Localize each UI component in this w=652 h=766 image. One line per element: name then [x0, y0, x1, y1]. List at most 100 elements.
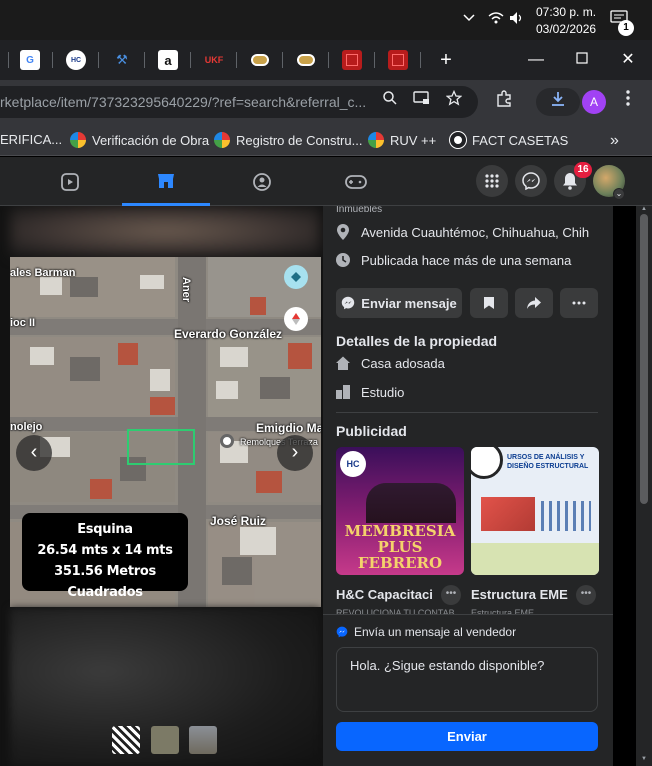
- ad-headline: MEMBRESIA PLUS FEBRERO: [336, 523, 464, 571]
- ad-headline-line: DISEÑO ESTRUCTURAL: [507, 463, 589, 470]
- browser-toolbar: rketplace/item/737323295640229/?ref=sear…: [0, 80, 652, 124]
- tab-hc[interactable]: HC: [66, 50, 86, 70]
- property-type-row: Casa adosada: [335, 355, 445, 371]
- nav-gaming[interactable]: [312, 157, 400, 206]
- new-tab-button[interactable]: +: [436, 50, 456, 70]
- property-type-text: Casa adosada: [361, 355, 445, 371]
- clock-time: 07:30 p. m.: [536, 5, 597, 19]
- address-bar[interactable]: rketplace/item/737323295640229/?ref=sear…: [0, 86, 478, 118]
- tab-red-2[interactable]: [388, 50, 408, 70]
- zoom-icon[interactable]: [378, 90, 402, 114]
- bookmark-icon: [484, 297, 494, 309]
- share-icon: [527, 297, 541, 309]
- tab-tools[interactable]: ⚒: [112, 50, 132, 70]
- more-options-button[interactable]: [560, 288, 598, 318]
- messenger-button[interactable]: [515, 165, 547, 197]
- street-label: Emigdio Mar: [256, 421, 321, 435]
- nav-marketplace[interactable]: [122, 157, 210, 206]
- cast-icon[interactable]: [410, 90, 434, 114]
- bookmark-label: FACT CASETAS: [472, 132, 569, 148]
- scrollbar-thumb[interactable]: [640, 214, 648, 504]
- profile-avatar[interactable]: A: [582, 90, 606, 114]
- listing-photo-viewer: ales Barman Aner ioc II Everardo Gonzále…: [0, 206, 323, 766]
- url-text[interactable]: rketplace/item/737323295640229/?ref=sear…: [0, 94, 366, 110]
- tab-divider: [190, 52, 191, 68]
- bookmark-star-icon[interactable]: [442, 89, 466, 114]
- nav-groups[interactable]: [218, 157, 306, 206]
- facebook-header: ⌄: [0, 157, 652, 206]
- tab-red-1[interactable]: [342, 50, 362, 70]
- tab-amazon[interactable]: a: [158, 50, 178, 70]
- chevron-down-icon[interactable]: ⌄: [613, 188, 625, 200]
- tab-chip-2[interactable]: [296, 50, 316, 70]
- map-layers-icon[interactable]: [284, 265, 308, 289]
- photo-thumbnail[interactable]: [151, 726, 179, 754]
- compass-icon[interactable]: [284, 307, 308, 331]
- rooms-row: Estudio: [335, 384, 404, 400]
- wifi-icon[interactable]: [488, 11, 504, 28]
- tab-chip-1[interactable]: [250, 50, 270, 70]
- close-window-button[interactable]: ✕: [618, 50, 638, 70]
- street-label: José Ruiz: [210, 514, 267, 528]
- photo-caption: Esquina 26.54 mts x 14 mts 351.56 Metros…: [22, 513, 188, 600]
- photo-thumbnail[interactable]: [112, 726, 140, 754]
- ad-structure-image: [481, 497, 535, 531]
- nav-reels[interactable]: [26, 157, 114, 206]
- chip-icon: [297, 54, 315, 66]
- hc-logo: HC: [340, 451, 366, 477]
- download-icon[interactable]: [546, 90, 570, 114]
- menu-grid-button[interactable]: [476, 165, 508, 197]
- ad-more-button[interactable]: •••: [441, 585, 461, 605]
- location-text[interactable]: Avenida Cuauhtémoc, Chihuahua, Chih: [361, 225, 589, 240]
- google-icon: G: [26, 54, 34, 66]
- tab-divider: [8, 52, 9, 68]
- previous-photo-button[interactable]: ‹: [16, 435, 52, 471]
- photo-thumbnail[interactable]: [189, 726, 217, 754]
- building-icon: [336, 385, 350, 399]
- windows-taskbar: 07:30 p. m. 03/02/2026 1: [0, 0, 652, 40]
- ad-name[interactable]: Estructura EME: [471, 587, 571, 602]
- location-row: Avenida Cuauhtémoc, Chihuahua, Chih: [335, 223, 589, 241]
- message-seller-box: Envía un mensaje al vendedor Hola. ¿Sigu…: [323, 614, 613, 766]
- rooms-text: Estudio: [361, 384, 405, 400]
- chrome-menu-icon[interactable]: [616, 90, 640, 114]
- bookmark-item[interactable]: Registro de Constru...: [214, 132, 362, 148]
- send-button[interactable]: Enviar: [336, 722, 598, 751]
- clock-icon: [336, 253, 350, 267]
- minimize-button[interactable]: —: [526, 50, 546, 70]
- share-button[interactable]: [515, 288, 553, 318]
- save-button[interactable]: [470, 288, 508, 318]
- chevron-up-icon[interactable]: [462, 11, 476, 28]
- tab-divider: [282, 52, 283, 68]
- maximize-button[interactable]: [572, 50, 592, 70]
- ad-card-hc[interactable]: HC MEMBRESIA PLUS FEBRERO: [336, 447, 464, 575]
- street-label: ales Barman: [10, 267, 76, 279]
- bookmark-item[interactable]: Verificación de Obra: [70, 132, 209, 148]
- more-bookmarks-icon[interactable]: »: [610, 132, 619, 150]
- system-clock[interactable]: 07:30 p. m. 03/02/2026: [536, 4, 596, 38]
- category-hint: Inmuebles: [336, 206, 383, 215]
- next-photo-button[interactable]: ›: [277, 435, 313, 471]
- location-pin-icon: [337, 224, 349, 240]
- messenger-icon: [336, 626, 348, 638]
- tab-google[interactable]: G: [20, 50, 40, 70]
- extensions-icon[interactable]: [492, 90, 516, 114]
- street-label: nolejo: [10, 421, 43, 433]
- ad-name[interactable]: H&C Capacitaci...: [336, 587, 432, 602]
- ad-card-estructura[interactable]: URSOS DE ANÁLISIS Y DISEÑO ESTRUCTURAL: [471, 447, 599, 575]
- bookmark-item[interactable]: FACT CASETAS: [450, 132, 568, 148]
- chip-icon: [251, 54, 269, 66]
- tab-divider: [328, 52, 329, 68]
- volume-icon[interactable]: [509, 11, 525, 28]
- bookmark-item[interactable]: ERIFICA...: [0, 132, 62, 147]
- message-input[interactable]: Hola. ¿Sigue estando disponible?: [336, 647, 598, 712]
- ad-more-button[interactable]: •••: [576, 585, 596, 605]
- scroll-up-arrow[interactable]: ▲: [640, 206, 648, 212]
- notification-count: 1: [618, 20, 634, 36]
- scroll-down-arrow[interactable]: ▼: [640, 756, 648, 762]
- bookmark-item[interactable]: RUV ++: [368, 132, 436, 148]
- tab-divider: [52, 52, 53, 68]
- street-label: ioc II: [10, 317, 36, 329]
- tab-ukf[interactable]: UKF: [204, 50, 224, 70]
- send-message-button[interactable]: Enviar mensaje: [336, 288, 462, 318]
